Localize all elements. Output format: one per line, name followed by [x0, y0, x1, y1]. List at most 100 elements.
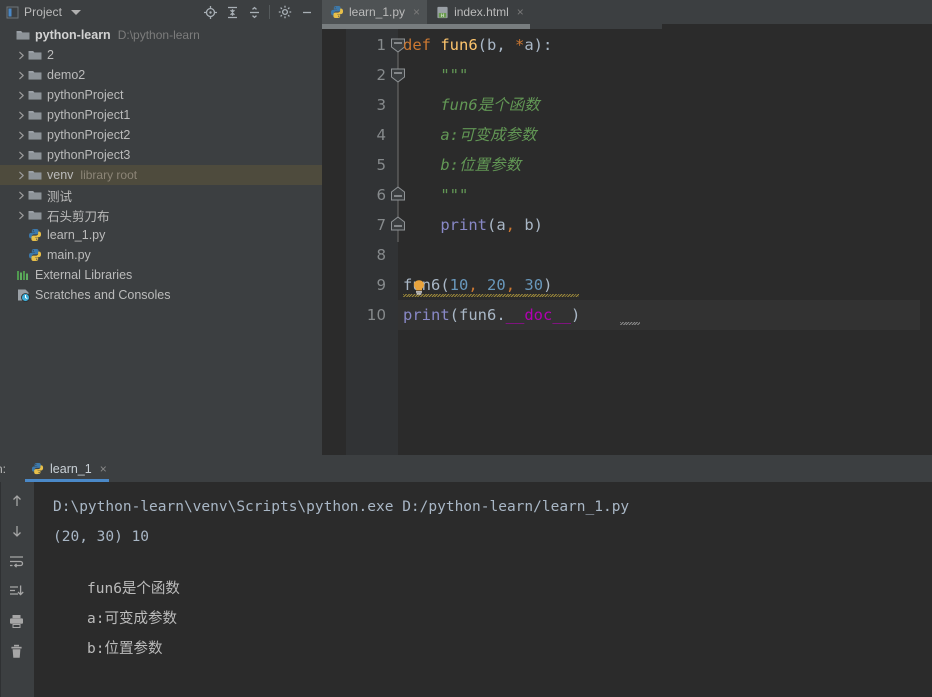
gear-icon[interactable]	[274, 1, 296, 23]
tree-row-python-learn[interactable]: python-learn D:\python-learn	[0, 25, 322, 45]
code-token: b)	[515, 216, 544, 234]
code-line-5[interactable]: b:位置参数	[398, 150, 932, 180]
python-file-icon	[330, 5, 344, 19]
chevron-right-icon[interactable]	[16, 205, 27, 225]
code-line-3[interactable]: fun6是个函数	[398, 90, 932, 120]
close-icon[interactable]: ×	[517, 5, 524, 19]
code-line-8[interactable]	[398, 240, 932, 270]
chevron-right-icon[interactable]	[16, 85, 27, 105]
code-line-4[interactable]: a:可变成参数	[398, 120, 932, 150]
tree-row-demo2[interactable]: demo2	[0, 65, 322, 85]
code-token: )	[571, 306, 581, 324]
code-line-6[interactable]: """	[398, 180, 932, 210]
project-panel-icon	[6, 6, 19, 19]
close-icon[interactable]: ×	[100, 462, 107, 476]
tree-row-external-libraries[interactable]: External Libraries	[0, 265, 322, 285]
chevron-right-icon[interactable]	[16, 125, 27, 145]
typo-squiggle	[620, 322, 640, 325]
expand-all-icon[interactable]	[221, 1, 243, 23]
tree-row-scratches-and-consoles[interactable]: Scratches and Consoles	[0, 285, 322, 305]
editor-tab-bar[interactable]: learn_1.py × Hindex.html ×	[322, 0, 932, 24]
intention-bulb-icon[interactable]	[411, 277, 427, 295]
tree-row-测试[interactable]: 测试	[0, 185, 322, 205]
project-tree[interactable]: python-learn D:\python-learn 2 demo2 pythonP…	[0, 24, 322, 455]
tree-row-pythonproject1[interactable]: pythonProject1	[0, 105, 322, 125]
folder-icon	[27, 87, 43, 103]
code-token: """	[403, 186, 469, 204]
trash-icon[interactable]	[6, 640, 28, 662]
chevron-down-icon[interactable]	[71, 9, 82, 15]
code-token: def	[403, 36, 441, 54]
fold-column[interactable]	[322, 29, 346, 455]
folder-icon	[27, 47, 43, 63]
run-tab-learn_1[interactable]: learn_1 ×	[25, 455, 109, 482]
console-toolbar[interactable]	[0, 482, 33, 697]
print-icon[interactable]	[6, 610, 28, 632]
code-token: (a	[487, 216, 506, 234]
code-token: """	[403, 66, 469, 84]
code-token: (b,	[477, 36, 515, 54]
editor-tab-label: learn_1.py	[349, 5, 406, 19]
chevron-right-icon[interactable]	[16, 65, 27, 85]
tree-row-2[interactable]: 2	[0, 45, 322, 65]
run-tab-label: learn_1	[50, 461, 92, 476]
code-line-9[interactable]: fun6(10, 20, 30)	[398, 270, 932, 300]
console-output[interactable]: D:\python-learn\venv\Scripts\python.exe …	[33, 482, 932, 697]
folder-icon	[27, 147, 43, 163]
console-line: (20, 30) 10	[53, 529, 150, 545]
code-lines[interactable]: def fun6(b, *a): """ fun6是个函数 a:可变成参数 b:…	[398, 29, 932, 455]
code-line-10[interactable]: print(fun6.__doc__)	[398, 300, 932, 330]
tree-row-label: Scratches and Consoles	[35, 288, 171, 302]
editor-tab-label: index.html	[454, 5, 509, 19]
code-token: a:可变成参数	[403, 126, 537, 144]
code-token: (fun6.	[449, 306, 506, 324]
tree-row-label: pythonProject	[47, 88, 124, 102]
code-view[interactable]: 1 2 3 4 5 6 7 8 9 10 def fun6(b, *a): """ fun6是个函…	[322, 29, 932, 455]
editor-vertical-scrollbar[interactable]	[920, 29, 932, 455]
chevron-right-icon[interactable]	[16, 165, 27, 185]
code-token: print	[440, 216, 487, 234]
tree-row-learn_1-py[interactable]: learn_1.py	[0, 225, 322, 245]
arrow-up-icon[interactable]	[6, 490, 28, 512]
html-file-icon: H	[435, 5, 449, 19]
tree-row-label: learn_1.py	[47, 228, 106, 242]
editor-tab-index-html[interactable]: Hindex.html ×	[427, 0, 531, 24]
code-line-1[interactable]: def fun6(b, *a):	[398, 30, 932, 60]
chevron-right-icon[interactable]	[16, 145, 27, 165]
scroll-to-end-icon[interactable]	[6, 580, 28, 602]
toolbar-separator	[269, 5, 270, 19]
code-token: 30	[524, 276, 544, 294]
chevron-right-icon[interactable]	[16, 45, 27, 65]
code-token: b:位置参数	[403, 156, 521, 174]
chevron-right-icon[interactable]	[16, 185, 27, 205]
tree-row-venv[interactable]: venv library root	[0, 165, 322, 185]
python-file-icon	[30, 462, 44, 476]
locate-target-icon[interactable]	[199, 1, 221, 23]
svg-text:H: H	[440, 12, 443, 18]
soft-wrap-icon[interactable]	[6, 550, 28, 572]
editor-tab-learn_1-py[interactable]: learn_1.py ×	[322, 0, 428, 24]
chevron-right-icon[interactable]	[16, 105, 27, 125]
tree-row-pythonproject[interactable]: pythonProject	[0, 85, 322, 105]
tree-row-pythonproject3[interactable]: pythonProject3	[0, 145, 322, 165]
run-panel-label: n:	[0, 461, 7, 476]
tree-row-石头剪刀布[interactable]: 石头剪刀布	[0, 205, 322, 225]
code-line-7[interactable]: print(a, b)	[398, 210, 932, 240]
arrow-down-icon[interactable]	[6, 520, 28, 542]
code-line-2[interactable]: """	[398, 60, 932, 90]
minimize-icon[interactable]	[296, 1, 318, 23]
console-line: fun6是个函数	[87, 581, 180, 597]
collapse-all-icon[interactable]	[243, 1, 265, 23]
tree-row-secondary-label: library root	[80, 168, 138, 182]
tree-row-main-py[interactable]: main.py	[0, 245, 322, 265]
code-token: fun6	[440, 36, 478, 54]
tree-row-label: pythonProject2	[47, 128, 131, 142]
editor-gutter[interactable]: 1 2 3 4 5 6 7 8 9 10	[322, 29, 405, 455]
tree-row-pythonproject2[interactable]: pythonProject2	[0, 125, 322, 145]
tree-row-label: pythonProject1	[47, 108, 131, 122]
run-tab-bar: n: learn_1 ×	[0, 455, 932, 482]
close-icon[interactable]: ×	[413, 5, 420, 19]
